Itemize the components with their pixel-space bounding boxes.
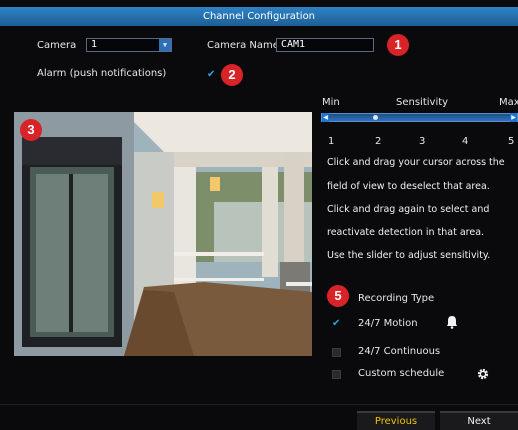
recording-option-checkbox[interactable] — [332, 348, 341, 357]
recording-type-title: Recording Type — [358, 293, 435, 304]
sensitivity-slider[interactable]: ◀ ▶ — [321, 113, 518, 122]
sensitivity-max-label: Max — [499, 97, 518, 108]
slider-left-arrow-icon[interactable]: ◀ — [322, 113, 329, 122]
sensitivity-tick: 5 — [508, 136, 515, 147]
sensitivity-tick: 2 — [375, 136, 382, 147]
camera-select[interactable]: 1 ▼ — [86, 38, 172, 52]
callout-badge: 2 — [221, 64, 243, 86]
next-button-label: Next — [467, 416, 491, 427]
sensitivity-tick: 1 — [328, 136, 335, 147]
recording-option-label: 24/7 Continuous — [358, 346, 441, 357]
recording-option-label: Custom schedule — [358, 368, 445, 379]
sensitivity-tick: 4 — [462, 136, 469, 147]
instruction-line: reactivate detection in that area. — [327, 227, 485, 238]
camera-label: Camera — [37, 40, 77, 51]
instruction-line: field of view to deselect that area. — [327, 181, 490, 192]
callout-badge: 5 — [327, 285, 349, 307]
gear-icon[interactable] — [477, 368, 489, 380]
porch-scene-image — [14, 112, 312, 356]
camera-preview[interactable] — [14, 112, 312, 356]
alarm-checkbox[interactable]: ✔ — [207, 69, 215, 80]
alarm-label: Alarm (push notifications) — [37, 68, 167, 79]
instruction-line: Click and drag your cursor across the — [327, 157, 505, 168]
recording-option-label: 24/7 Motion — [358, 318, 418, 329]
previous-button[interactable]: Previous — [357, 411, 435, 430]
previous-button-label: Previous — [374, 416, 418, 427]
instruction-line: Use the slider to adjust sensitivity. — [327, 250, 491, 261]
camera-select-value: 1 — [91, 39, 98, 50]
sensitivity-tick: 3 — [419, 136, 426, 147]
chevron-down-icon[interactable]: ▼ — [159, 39, 171, 51]
callout-badge: 3 — [20, 119, 42, 141]
slider-thumb[interactable] — [373, 115, 379, 120]
sensitivity-title: Sensitivity — [396, 97, 449, 108]
recording-option-checkbox[interactable] — [332, 370, 341, 379]
footer-divider — [0, 404, 518, 405]
next-button[interactable]: Next — [440, 411, 518, 430]
camera-name-value: CAM1 — [281, 39, 306, 50]
slider-right-arrow-icon[interactable]: ▶ — [510, 113, 517, 122]
sensitivity-min-label: Min — [322, 97, 340, 108]
recording-option-checkbox[interactable]: ✔ — [332, 318, 340, 329]
callout-badge: 1 — [387, 34, 409, 56]
bell-icon — [447, 316, 457, 329]
camera-name-label: Camera Name — [207, 40, 279, 51]
window-title: Channel Configuration — [0, 7, 518, 26]
instruction-line: Click and drag again to select and — [327, 204, 490, 215]
channel-configuration-window: Channel Configuration Camera 1 ▼ Camera … — [0, 0, 518, 430]
camera-name-input[interactable]: CAM1 — [276, 38, 374, 52]
